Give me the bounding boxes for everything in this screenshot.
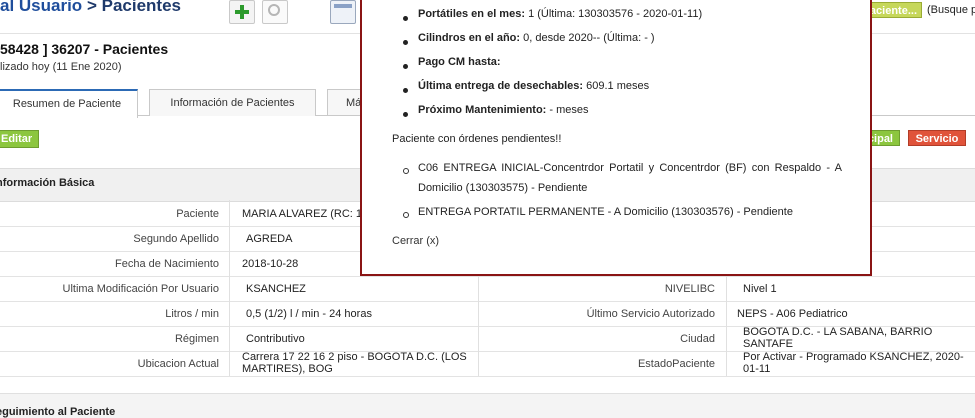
value-segundo-apellido: AGREDA (246, 233, 293, 245)
calendar-icon[interactable] (330, 0, 356, 24)
mantenimiento-line: Próximo Mantenimiento: - meses (418, 104, 589, 116)
breadcrumb-separator: > (86, 0, 97, 15)
value-ciudad: BOGOTA D.C. - LA SABANA, BARRIO SANTAFE (743, 326, 933, 350)
order-1-line-2: Domicilio (130303575) - Pendiente (418, 182, 588, 194)
tab-informacion-pacientes[interactable]: Información de Pacientes (149, 89, 316, 116)
bullet-icon (403, 64, 408, 69)
desechables-label: Última entrega de desechables: (418, 80, 584, 92)
value-ultima-modificacion: KSANCHEZ (246, 283, 306, 295)
bullet-icon (403, 212, 409, 218)
pago-label: Pago CM hasta: (418, 56, 501, 68)
tab-resumen-paciente[interactable]: Resumen de Paciente (0, 89, 138, 118)
cilindros-value: 0, desde 2020-- (Última: - ) (523, 32, 655, 44)
label-ciudad: Ciudad (680, 333, 715, 345)
label-estado-paciente: EstadoPaciente (637, 358, 715, 370)
bullet-icon (403, 112, 408, 117)
bullet-icon (403, 16, 408, 21)
bullet-icon (403, 88, 408, 93)
service-button[interactable]: Servicio (908, 130, 966, 146)
mantenimiento-label: Próximo Mantenimiento: (418, 104, 547, 116)
seguimiento-title: eguimiento al Paciente (0, 406, 116, 418)
close-popup-link[interactable]: Cerrar (x) (392, 235, 439, 247)
buscar-paciente-button[interactable]: aciente... (866, 2, 922, 18)
edit-button[interactable]: Editar (0, 130, 40, 148)
order-1-line-1: C06 ENTREGA INICIAL-Concentrdor Portatil… (418, 162, 842, 174)
search-icon[interactable] (262, 0, 288, 24)
breadcrumb-link[interactable]: al Usuario (0, 0, 82, 15)
portatiles-line: Portátiles en el mes: 1 (Última: 1303035… (418, 8, 702, 20)
label-regimen: Régimen (174, 333, 219, 345)
label-paciente: Paciente (176, 208, 219, 220)
column-divider (229, 200, 230, 376)
bullet-icon (403, 168, 409, 174)
pago-line: Pago CM hasta: (418, 56, 501, 68)
label-litros-min: Litros / min (165, 308, 219, 320)
basic-info-title: nformación Básica (0, 177, 95, 189)
bullet-icon (403, 40, 408, 45)
label-ultimo-servicio: Último Servicio Autorizado (586, 308, 715, 320)
value-regimen: Contributivo (246, 333, 305, 345)
label-nivelibc: NIVELIBC (664, 283, 715, 295)
value-litros-min: 0,5 (1/2) l / min - 24 horas (246, 308, 372, 320)
value-nivelibc: Nivel 1 (743, 283, 777, 295)
label-ubicacion-actual: Ubicacion Actual (137, 358, 219, 370)
label-ultima-modificacion: Ultima Modificación Por Usuario (62, 283, 220, 295)
seguimiento-header (0, 393, 975, 418)
value-ultimo-servicio: NEPS - A06 Pediatrico (737, 308, 848, 320)
desechables-value: 609.1 meses (586, 80, 650, 92)
portatiles-label: Portátiles en el mes: (418, 8, 525, 20)
patient-status-popup: Portátiles en el mes: 1 (Última: 1303035… (360, 0, 872, 276)
desechables-line: Última entrega de desechables: 609.1 mes… (418, 80, 649, 92)
value-estado-paciente: Por Activar - Programado KSANCHEZ, 2020-… (743, 351, 964, 375)
portatiles-value: 1 (Última: 130303576 - 2020-01-11) (528, 8, 703, 20)
add-patient-icon[interactable] (229, 0, 255, 24)
value-ubicacion-actual: Carrera 17 22 16 2 piso - BOGOTA D.C. (L… (242, 351, 467, 375)
label-segundo-apellido: Segundo Apellido (133, 233, 219, 245)
value-fecha-nacimiento: 2018-10-28 (242, 258, 299, 270)
cilindros-label: Cilindros en el año: (418, 32, 521, 44)
patient-title: 58428 ] 36207 - Pacientes (0, 41, 169, 57)
mantenimiento-value: - meses (549, 104, 589, 116)
cilindros-line: Cilindros en el año: 0, desde 2020-- (Úl… (418, 32, 655, 44)
value-paciente: MARIA ALVAREZ (RC: 1 (242, 208, 363, 220)
updated-text: lizado hoy (11 Ene 2020) (0, 61, 122, 73)
order-2: ENTREGA PORTATIL PERMANENTE - A Domicili… (418, 206, 793, 218)
label-fecha-nacimiento: Fecha de Nacimiento (115, 258, 219, 270)
busque-hint: (Busque p (927, 4, 975, 16)
breadcrumb-current: Pacientes (101, 0, 181, 15)
breadcrumb: al Usuario > Pacientes (0, 0, 181, 16)
pending-orders-title: Paciente con órdenes pendientes!! (392, 133, 562, 145)
